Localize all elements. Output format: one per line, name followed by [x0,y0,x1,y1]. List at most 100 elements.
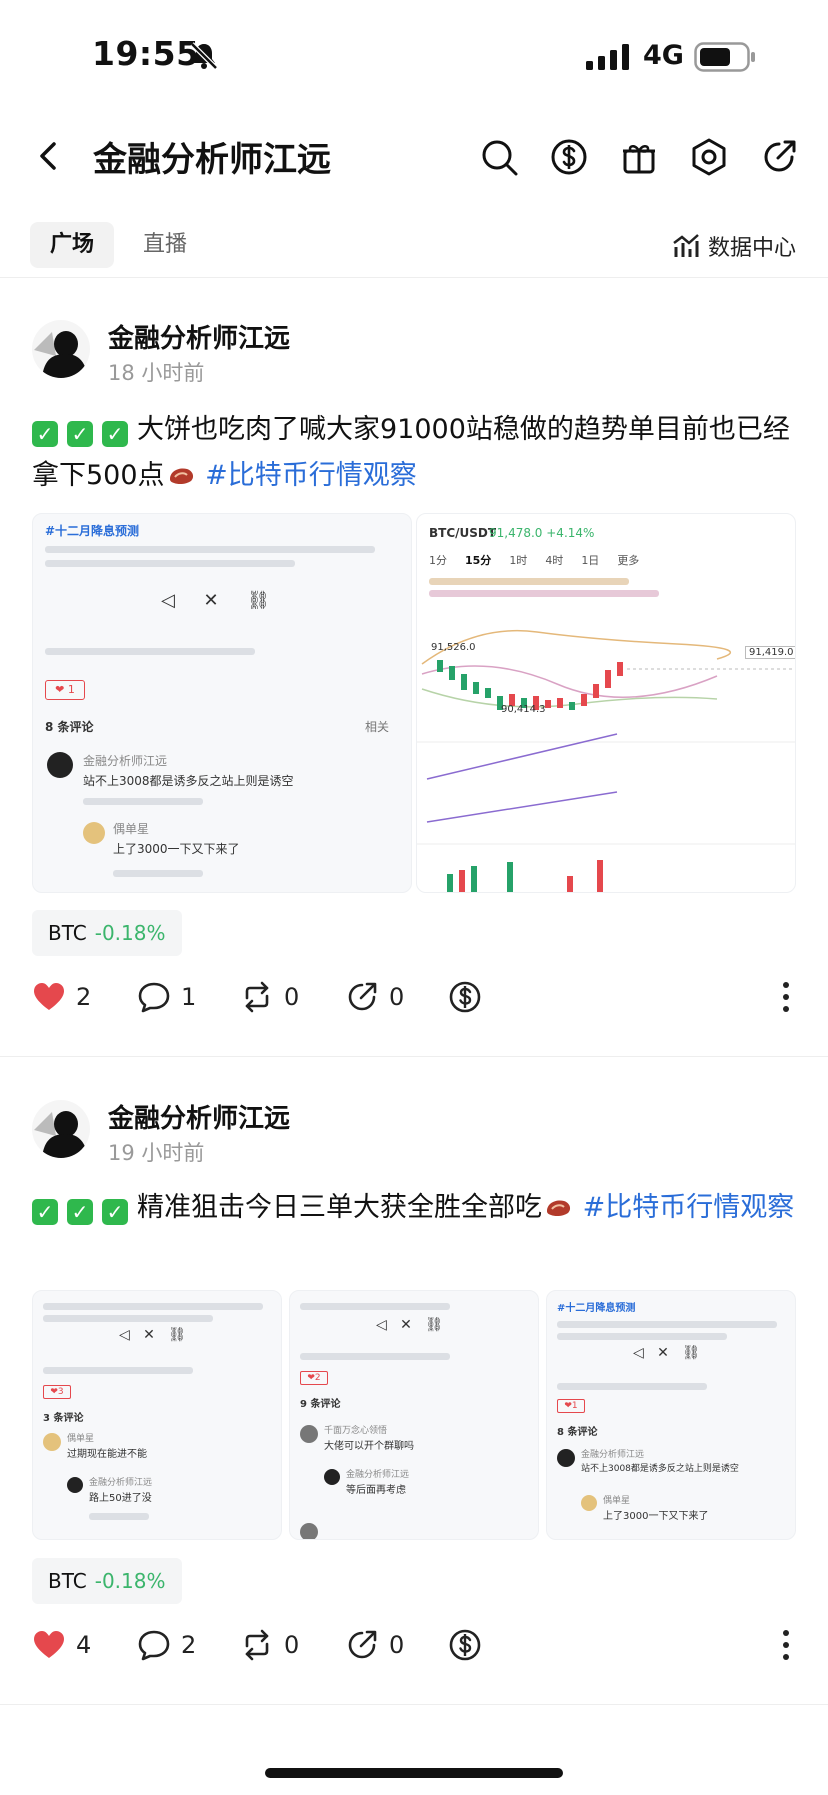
share-arrow-icon [348,982,377,1011]
comment-count: 1 [181,983,197,1011]
img-comment-count: 8 条评论 [45,720,94,734]
repost-button[interactable]: 0 [240,1628,299,1662]
ticker-chip[interactable]: BTC -0.18% [32,910,182,956]
img-sort: 相关 [365,720,390,734]
chart-last-price: 91,419.0 [745,646,795,659]
page-title: 金融分析师江远 [93,140,331,180]
data-center-label: 数据中心 [707,236,796,261]
post-content: ✓ ✓ ✓ 精准狙击今日三单大获全胜全部吃 #比特币行情观察 [32,1185,802,1231]
img-reply-author: 偶单星 [603,1496,631,1506]
share-button[interactable]: 0 [345,980,404,1014]
home-indicator[interactable] [265,1768,563,1778]
like-button[interactable]: 4 [32,1628,91,1662]
heart-icon [34,1631,64,1658]
check-mark-icon: ✓ [32,421,58,447]
check-mark-icon: ✓ [32,1199,58,1225]
hashtag-link[interactable]: #比特币行情观察 [205,460,417,491]
share-count: 0 [389,1631,405,1659]
like-count: 4 [76,1631,92,1659]
data-chart-icon [673,234,699,257]
chart-pair: BTC/USDT [429,526,497,540]
img-share-icons: ◁ ✕ ⛓ [161,590,270,611]
img-heading: #十二月降息预测 [557,1303,636,1314]
repost-count: 0 [284,983,300,1011]
tip-button[interactable] [448,980,482,1014]
post-author[interactable]: 金融分析师江远 [108,1098,290,1135]
dollar-coin-icon [449,1629,481,1661]
tip-button[interactable] [448,1628,482,1662]
img-comment-author: 金融分析师江远 [581,1450,645,1460]
tab-square[interactable]: 广场 [30,222,115,268]
img-comment-count: 9 条评论 [300,1399,341,1410]
img-comment-author: 偶单星 [67,1434,95,1444]
repost-icon [245,1629,269,1661]
like-button[interactable]: 2 [32,980,91,1014]
search-icon[interactable] [478,136,520,178]
more-options-icon[interactable] [780,1628,792,1662]
bell-muted-icon [190,42,218,70]
img-comment-text: 站不上3008都是诱多反之站上则是诱空 [581,1464,739,1474]
share-arrow-icon [348,1630,377,1659]
comment-button[interactable]: 2 [137,1628,196,1662]
steak-emoji-icon [547,1200,571,1217]
like-count: 2 [76,983,92,1011]
avatar[interactable] [32,320,90,378]
cellular-signal-icon [586,44,629,70]
comment-button[interactable]: 1 [137,980,196,1014]
post-divider [0,1704,828,1705]
avatar[interactable] [32,1100,90,1158]
more-options-icon[interactable] [780,980,792,1014]
img-reply-author: 金融分析师江远 [89,1478,153,1488]
tab-live[interactable]: 直播 [123,222,207,268]
chart-intervals: 1分 15分 1时 4时 1日 更多 [429,554,640,567]
post-content: ✓ ✓ ✓ 大饼也吃肉了喊大家91000站稳做的趋势单目前也已经拿下500点 #比特币… [32,407,802,499]
img-reply-text: 上了3000一下又下来了 [113,842,240,856]
repost-button[interactable]: 0 [240,980,299,1014]
check-mark-icon: ✓ [102,421,128,447]
ticker-chip[interactable]: BTC -0.18% [32,1558,182,1604]
img-reply-text: 上了3000一下又下来了 [603,1511,709,1522]
tabs-divider [0,277,828,278]
network-type: 4G [643,40,684,71]
settings-hexagon-icon[interactable] [688,136,730,178]
post-text: 精准狙击今日三单大获全胜全部吃 [137,1192,542,1223]
gift-icon[interactable] [618,136,660,178]
status-time: 19:55 [92,34,200,73]
data-center-link[interactable]: 数据中心 [672,230,796,262]
comment-bubble-icon [138,982,170,1013]
share-count: 0 [389,983,405,1011]
check-mark-icon: ✓ [102,1199,128,1225]
img-comment-avatar [47,752,73,778]
img-comment-text: 大佬可以开个群聊吗 [324,1441,414,1452]
tip-coin-icon[interactable] [548,136,590,178]
post-image-btc-chart[interactable]: BTC/USDT 91,478.0 +4.14% 1分 15分 1时 4时 1日… [416,513,796,893]
img-reply-author: 金融分析师江远 [346,1470,410,1480]
post-divider [0,1056,828,1057]
check-mark-icon: ✓ [67,421,93,447]
img-reply-avatar [83,822,105,844]
img-reply-author: 偶单星 [113,822,150,836]
img-comment-count: 8 条评论 [557,1427,598,1438]
comment-count: 2 [181,1631,197,1659]
post-time: 18 小时前 [108,361,205,385]
img-comment-count: 3 条评论 [43,1413,84,1424]
post-image-comments-3[interactable]: #十二月降息预测 ◁ ✕ ⛓ ❤1 8 条评论 金融分析师江远 站不上3008都… [546,1290,796,1540]
share-icon[interactable] [758,136,800,178]
ticker-change: -0.18% [94,921,166,945]
hashtag-link[interactable]: #比特币行情观察 [583,1192,795,1223]
post-image-comments-2[interactable]: ◁ ✕ ⛓ ❤2 9 条评论 千面万念心领悟 大佬可以开个群聊吗 金融分析师江远… [289,1290,539,1540]
post-image-comments-1[interactable]: ◁ ✕ ⛓ ❤3 3 条评论 偶单星 过期现在能进不能 金融分析师江远 路上50… [32,1290,282,1540]
repost-icon [245,981,269,1013]
comment-bubble-icon [138,1630,170,1661]
ticker-symbol: BTC [48,921,87,945]
back-arrow-icon[interactable] [30,136,66,176]
chart-low-label: 90,414.3 [501,704,546,715]
chart-high-label: 91,526.0 [431,642,476,653]
dollar-coin-icon [449,981,481,1013]
post-image-comments-screenshot[interactable]: #十二月降息预测 ◁ ✕ ⛓ ❤ 1 8 条评论 相关 金融分析师江远 站不上3… [32,513,412,893]
share-button[interactable]: 0 [345,1628,404,1662]
img-reply-text: 等后面再考虑 [346,1485,406,1496]
img-comment-text: 站不上3008都是诱多反之站上则是诱空 [83,774,294,788]
ticker-change: -0.18% [94,1569,166,1593]
post-author[interactable]: 金融分析师江远 [108,318,290,355]
